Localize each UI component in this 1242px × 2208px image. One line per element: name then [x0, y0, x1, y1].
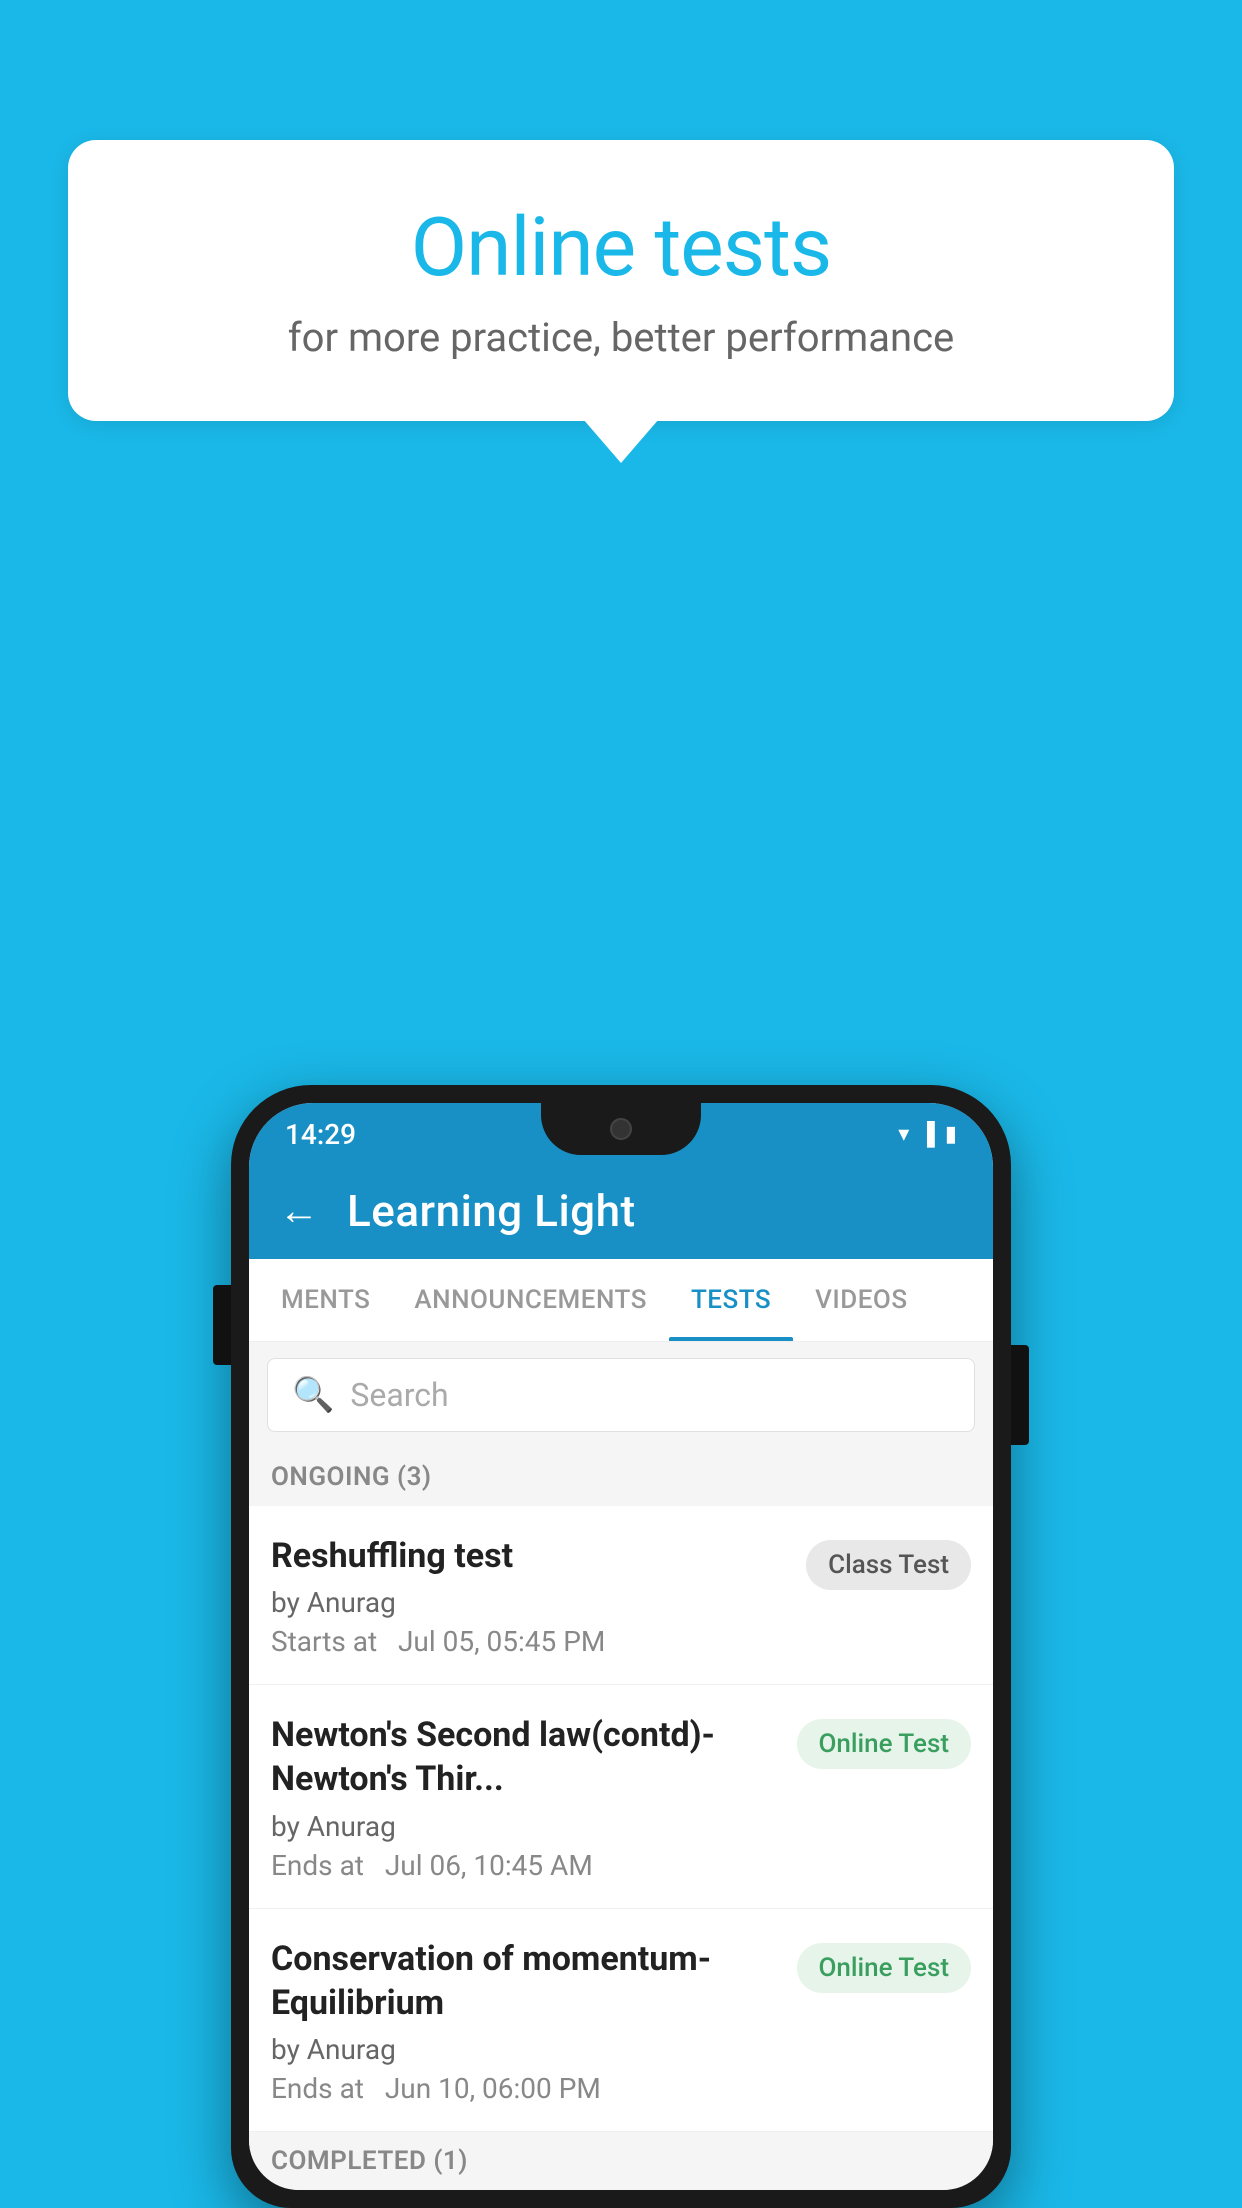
section-completed-label: COMPLETED (1): [249, 2132, 993, 2190]
test-date-label-1: Starts at: [271, 1625, 377, 1658]
battery-icon: [945, 1122, 957, 1147]
test-info-1: Reshuffling test by Anurag Starts at Jul…: [271, 1534, 806, 1658]
tab-videos[interactable]: VIDEOS: [793, 1259, 929, 1341]
test-date-label-2: Ends at: [271, 1849, 364, 1882]
bubble-subtitle: for more practice, better performance: [148, 314, 1094, 361]
test-badge-1: Class Test: [806, 1540, 971, 1590]
test-title-3: Conservation of momentum-Equilibrium: [271, 1937, 779, 2025]
test-date-label-3: Ends at: [271, 2072, 364, 2105]
test-info-2: Newton's Second law(contd)-Newton's Thir…: [271, 1713, 797, 1881]
test-author-2: by Anurag: [271, 1810, 779, 1843]
test-info-3: Conservation of momentum-Equilibrium by …: [271, 1937, 797, 2105]
tab-bar: MENTS ANNOUNCEMENTS TESTS VIDEOS: [249, 1259, 993, 1342]
section-ongoing-label: ONGOING (3): [249, 1448, 993, 1506]
search-container: 🔍 Search: [249, 1342, 993, 1448]
status-icons: [898, 1121, 957, 1147]
status-time: 14:29: [285, 1118, 356, 1151]
test-badge-2: Online Test: [797, 1719, 972, 1769]
search-placeholder: Search: [350, 1376, 448, 1414]
search-icon: 🔍: [292, 1375, 334, 1415]
test-author-1: by Anurag: [271, 1586, 788, 1619]
speech-bubble: Online tests for more practice, better p…: [68, 140, 1174, 421]
test-date-value-2: Jul 06, 10:45 AM: [385, 1849, 593, 1882]
test-item-1[interactable]: Reshuffling test by Anurag Starts at Jul…: [249, 1506, 993, 1685]
test-date-3: Ends at Jun 10, 06:00 PM: [271, 2072, 779, 2105]
notch-camera: [610, 1118, 632, 1140]
tab-ments[interactable]: MENTS: [259, 1259, 392, 1341]
tab-announcements[interactable]: ANNOUNCEMENTS: [392, 1259, 669, 1341]
search-bar[interactable]: 🔍 Search: [267, 1358, 975, 1432]
bubble-title: Online tests: [148, 200, 1094, 296]
notch: [541, 1103, 701, 1155]
test-date-2: Ends at Jul 06, 10:45 AM: [271, 1849, 779, 1882]
test-date-value-3: Jun 10, 06:00 PM: [385, 2072, 601, 2105]
test-date-1: Starts at Jul 05, 05:45 PM: [271, 1625, 788, 1658]
wifi-icon: [898, 1122, 909, 1147]
phone-wrapper: 14:29 ← Learning Light MENTS ANNOUNCEMEN…: [231, 1085, 1011, 2208]
test-list-ongoing: Reshuffling test by Anurag Starts at Jul…: [249, 1506, 993, 2132]
test-badge-3: Online Test: [797, 1943, 972, 1993]
back-button[interactable]: ←: [279, 1191, 319, 1231]
phone-screen: 14:29 ← Learning Light MENTS ANNOUNCEMEN…: [249, 1103, 993, 2190]
phone-outer: 14:29 ← Learning Light MENTS ANNOUNCEMEN…: [231, 1085, 1011, 2208]
test-item-2[interactable]: Newton's Second law(contd)-Newton's Thir…: [249, 1685, 993, 1908]
test-date-value-1: Jul 05, 05:45 PM: [398, 1625, 605, 1658]
status-bar: 14:29: [249, 1103, 993, 1165]
test-title-1: Reshuffling test: [271, 1534, 788, 1578]
signal-icon: [919, 1121, 935, 1147]
tab-tests[interactable]: TESTS: [669, 1259, 793, 1341]
test-author-3: by Anurag: [271, 2033, 779, 2066]
speech-bubble-area: Online tests for more practice, better p…: [68, 140, 1174, 421]
app-header: ← Learning Light: [249, 1165, 993, 1259]
app-title: Learning Light: [347, 1185, 636, 1237]
test-title-2: Newton's Second law(contd)-Newton's Thir…: [271, 1713, 779, 1801]
test-item-3[interactable]: Conservation of momentum-Equilibrium by …: [249, 1909, 993, 2132]
